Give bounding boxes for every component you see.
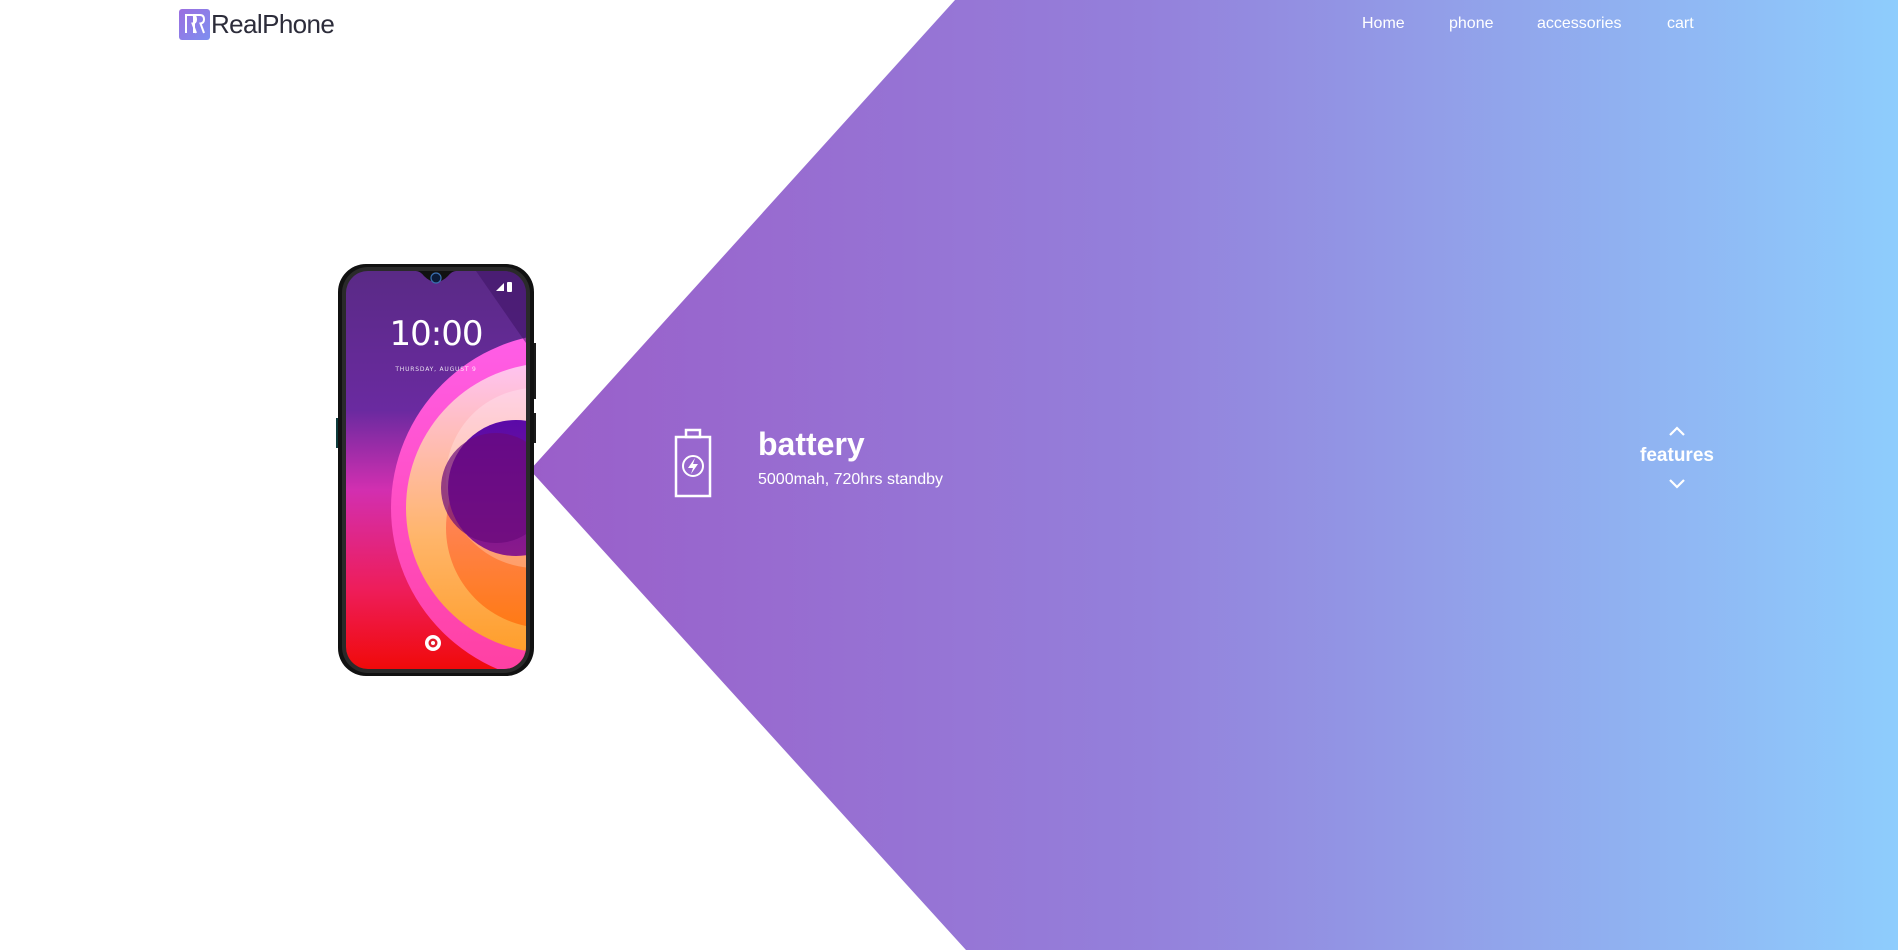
- page: RealPhone Home phone accessories cart 10…: [0, 0, 1898, 950]
- phone-product-image: 10:00 THURSDAY, AUGUST 9: [335, 263, 537, 677]
- feature-title: battery: [758, 426, 865, 462]
- nav-accessories-link[interactable]: accessories: [1537, 14, 1621, 34]
- section-switcher: features: [1630, 425, 1724, 515]
- section-label: features: [1640, 445, 1714, 466]
- hero-gradient-background: [530, 0, 1898, 950]
- nav-home-link[interactable]: Home: [1362, 14, 1405, 34]
- phone-date: THURSDAY, AUGUST 9: [394, 366, 476, 373]
- brand-name: RealPhone: [211, 9, 335, 39]
- battery-charging-icon: [672, 428, 714, 498]
- phone-clock: 10:00: [390, 314, 483, 354]
- chevron-down-icon[interactable]: [1667, 476, 1687, 490]
- nav-phone-link[interactable]: phone: [1449, 14, 1494, 34]
- brand-logo[interactable]: RealPhone: [179, 8, 335, 40]
- nav-cart-link[interactable]: cart: [1667, 14, 1694, 34]
- feature-description: 5000mah, 720hrs standby: [758, 471, 944, 488]
- chevron-up-icon[interactable]: [1667, 425, 1687, 439]
- rr-monogram-icon: [179, 8, 210, 40]
